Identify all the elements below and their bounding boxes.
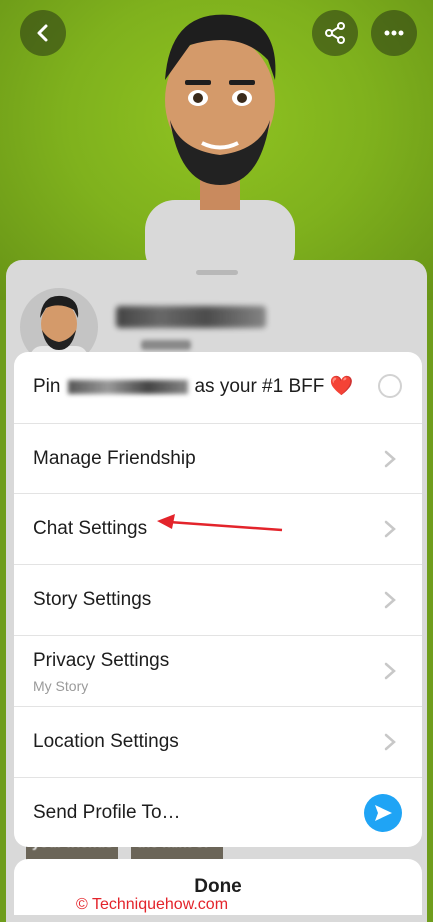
friend-action-menu: Pin as your #1 BFF ❤️ Manage Friendship C… bbox=[14, 352, 422, 847]
menu-item-privacy-settings[interactable]: Privacy Settings My Story bbox=[14, 635, 422, 705]
share-button[interactable] bbox=[312, 10, 358, 56]
sheet-grabber[interactable] bbox=[196, 270, 238, 275]
back-button[interactable] bbox=[20, 10, 66, 56]
send-arrow-icon bbox=[375, 805, 392, 821]
menu-item-location-settings[interactable]: Location Settings bbox=[14, 706, 422, 776]
menu-item-manage-friendship[interactable]: Manage Friendship bbox=[14, 423, 422, 493]
menu-item-send-profile[interactable]: Send Profile To… bbox=[14, 777, 422, 847]
pin-radio[interactable] bbox=[378, 374, 402, 398]
chevron-right-icon bbox=[384, 520, 396, 538]
pin-label: Pin bbox=[33, 376, 61, 397]
more-button[interactable] bbox=[371, 10, 417, 56]
subtitle-redacted bbox=[141, 340, 191, 350]
menu-item-story-settings[interactable]: Story Settings bbox=[14, 564, 422, 634]
chevron-right-icon bbox=[384, 733, 396, 751]
more-horizontal-icon bbox=[384, 30, 404, 36]
chevron-left-icon bbox=[37, 24, 48, 42]
pin-bff-row[interactable]: Pin as your #1 BFF ❤️ bbox=[14, 352, 422, 422]
privacy-sublabel: My Story bbox=[33, 678, 89, 694]
chevron-right-icon bbox=[384, 662, 396, 680]
redacted-username bbox=[68, 379, 189, 394]
share-icon bbox=[325, 22, 345, 44]
chevron-right-icon bbox=[384, 450, 396, 468]
username-redacted bbox=[116, 306, 266, 328]
send-button[interactable] bbox=[364, 794, 402, 832]
chevron-right-icon bbox=[384, 591, 396, 609]
watermark: © Techniquehow.com bbox=[76, 896, 229, 913]
bitmoji-avatar bbox=[145, 14, 295, 275]
annotation-arrow bbox=[157, 514, 283, 532]
pin-suffix: as your #1 BFF ❤️ bbox=[194, 376, 354, 397]
profile-hero bbox=[0, 0, 433, 300]
